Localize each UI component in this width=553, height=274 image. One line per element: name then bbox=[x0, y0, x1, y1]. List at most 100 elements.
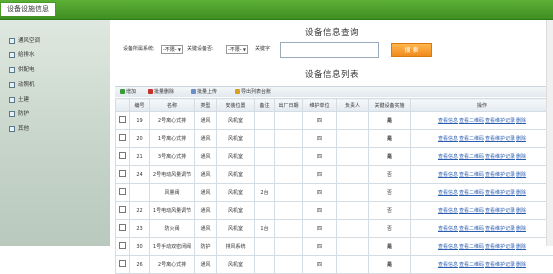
date-cell bbox=[275, 220, 303, 238]
key-device-cell: 否 bbox=[369, 184, 411, 202]
row-checkbox[interactable] bbox=[119, 260, 126, 267]
view-info-link[interactable]: 查看信息 bbox=[438, 190, 458, 196]
checkbox-cell bbox=[116, 238, 130, 256]
checkbox-cell bbox=[116, 184, 130, 202]
owner-cell bbox=[337, 238, 369, 256]
date-cell bbox=[275, 238, 303, 256]
view-maintenance-link[interactable]: 查看维护记录 bbox=[485, 172, 515, 178]
row-checkbox[interactable] bbox=[119, 116, 126, 123]
delete-link[interactable]: 删除 bbox=[516, 118, 526, 124]
export-label: 导出列表台账 bbox=[241, 89, 271, 95]
view-maintenance-link[interactable]: 查看维护记录 bbox=[485, 244, 515, 250]
sidebar-item-power[interactable]: 供配电 bbox=[18, 65, 35, 75]
date-cell bbox=[275, 166, 303, 184]
view-info-link[interactable]: 查看信息 bbox=[438, 118, 458, 124]
batch-delete-button[interactable]: 批量删除 bbox=[148, 87, 174, 97]
export-button[interactable]: 导出列表台账 bbox=[235, 87, 271, 97]
system-type-select[interactable]: -不限-▼ bbox=[161, 45, 183, 54]
delete-link[interactable]: 删除 bbox=[516, 190, 526, 196]
column-header: 名称 bbox=[150, 99, 195, 112]
plus-icon bbox=[120, 89, 125, 94]
sidebar-item-other[interactable]: 其他 bbox=[18, 124, 29, 134]
view-qrcode-link[interactable]: 查看二维码 bbox=[459, 154, 484, 160]
remark-cell: 1台 bbox=[255, 220, 275, 238]
row-checkbox[interactable] bbox=[119, 224, 126, 231]
keyword-input[interactable] bbox=[280, 42, 379, 58]
table-row: 213号离心式排通风风机室四是查看信息查看二维码查看维护记录删除 bbox=[116, 148, 553, 166]
view-qrcode-link[interactable]: 查看二维码 bbox=[459, 226, 484, 232]
remark-cell bbox=[255, 130, 275, 148]
delete-link[interactable]: 删除 bbox=[516, 136, 526, 142]
view-qrcode-link[interactable]: 查看二维码 bbox=[459, 190, 484, 196]
column-header: 备注 bbox=[255, 99, 275, 112]
view-qrcode-link[interactable]: 查看二维码 bbox=[459, 172, 484, 178]
view-info-link[interactable]: 查看信息 bbox=[438, 136, 458, 142]
view-maintenance-link[interactable]: 查看维护记录 bbox=[485, 136, 515, 142]
delete-link[interactable]: 删除 bbox=[516, 172, 526, 178]
sidebar-item-water[interactable]: 给排水 bbox=[18, 50, 35, 60]
row-checkbox[interactable] bbox=[119, 152, 126, 159]
view-qrcode-link[interactable]: 查看二维码 bbox=[459, 118, 484, 124]
name-cell: 防火阀 bbox=[150, 220, 195, 238]
view-maintenance-link[interactable]: 查看维护记录 bbox=[485, 154, 515, 160]
checkbox-cell bbox=[116, 202, 130, 220]
delete-link[interactable]: 删除 bbox=[516, 226, 526, 232]
sidebar-item-protection[interactable]: 防护 bbox=[18, 109, 29, 119]
column-header: 操作 bbox=[411, 99, 553, 112]
owner-cell bbox=[337, 166, 369, 184]
date-cell bbox=[275, 256, 303, 274]
delete-link[interactable]: 删除 bbox=[516, 244, 526, 250]
view-info-link[interactable]: 查看信息 bbox=[438, 226, 458, 232]
key-device-cell: 是 bbox=[369, 130, 411, 148]
name-cell: 3号离心式排 bbox=[150, 148, 195, 166]
key-device-select[interactable]: -不限-▼ bbox=[226, 45, 248, 54]
operations-cell: 查看信息查看二维码查看维护记录删除 bbox=[411, 220, 553, 238]
view-qrcode-link[interactable]: 查看二维码 bbox=[459, 262, 484, 268]
date-cell bbox=[275, 130, 303, 148]
view-info-link[interactable]: 查看信息 bbox=[438, 172, 458, 178]
batch-upload-button[interactable]: 批量上传 bbox=[191, 87, 217, 97]
view-qrcode-link[interactable]: 查看二维码 bbox=[459, 208, 484, 214]
checkbox-cell bbox=[116, 148, 130, 166]
chevron-down-icon: ▼ bbox=[243, 46, 246, 54]
unit-cell: 四 bbox=[303, 238, 337, 256]
checkbox-cell bbox=[116, 256, 130, 274]
table-row: 201号离心式排通风风机室四是查看信息查看二维码查看维护记录删除 bbox=[116, 130, 553, 148]
delete-link[interactable]: 删除 bbox=[516, 262, 526, 268]
sidebar-item-label: 其他 bbox=[18, 126, 29, 132]
id-cell: 21 bbox=[130, 148, 150, 166]
view-maintenance-link[interactable]: 查看维护记录 bbox=[485, 208, 515, 214]
view-maintenance-link[interactable]: 查看维护记录 bbox=[485, 190, 515, 196]
view-info-link[interactable]: 查看信息 bbox=[438, 262, 458, 268]
search-button[interactable]: 搜 索 bbox=[391, 43, 432, 57]
view-info-link[interactable]: 查看信息 bbox=[438, 208, 458, 214]
sidebar-item-civil[interactable]: 土建 bbox=[18, 95, 29, 105]
view-qrcode-link[interactable]: 查看二维码 bbox=[459, 136, 484, 142]
sidebar-item-lighting[interactable]: 动照机 bbox=[18, 80, 35, 90]
vertical-scrollbar[interactable] bbox=[546, 20, 553, 246]
add-button[interactable]: 增加 bbox=[120, 87, 136, 97]
row-checkbox[interactable] bbox=[119, 170, 126, 177]
view-info-link[interactable]: 查看信息 bbox=[438, 154, 458, 160]
view-qrcode-link[interactable]: 查看二维码 bbox=[459, 244, 484, 250]
row-checkbox[interactable] bbox=[119, 134, 126, 141]
view-maintenance-link[interactable]: 查看维护记录 bbox=[485, 226, 515, 232]
owner-cell bbox=[337, 202, 369, 220]
system-type-value: -不限- bbox=[163, 47, 177, 53]
id-cell: 23 bbox=[130, 220, 150, 238]
row-checkbox[interactable] bbox=[119, 188, 126, 195]
name-cell: 2号电动风量调节 bbox=[150, 166, 195, 184]
folder-icon bbox=[9, 52, 15, 58]
operations-cell: 查看信息查看二维码查看维护记录删除 bbox=[411, 202, 553, 220]
view-maintenance-link[interactable]: 查看维护记录 bbox=[485, 118, 515, 124]
delete-link[interactable]: 删除 bbox=[516, 154, 526, 160]
view-maintenance-link[interactable]: 查看维护记录 bbox=[485, 262, 515, 268]
name-cell: 1号电动风量调节 bbox=[150, 202, 195, 220]
location-cell: 风机室 bbox=[217, 148, 255, 166]
delete-link[interactable]: 删除 bbox=[516, 208, 526, 214]
sidebar-item-ventilation[interactable]: 通风空调 bbox=[18, 36, 40, 46]
header-tab-title[interactable]: 设备设施信息 bbox=[0, 2, 56, 16]
top-header-bar: 设备设施信息 bbox=[0, 0, 553, 20]
row-checkbox[interactable] bbox=[119, 206, 126, 213]
view-info-link[interactable]: 查看信息 bbox=[438, 244, 458, 250]
